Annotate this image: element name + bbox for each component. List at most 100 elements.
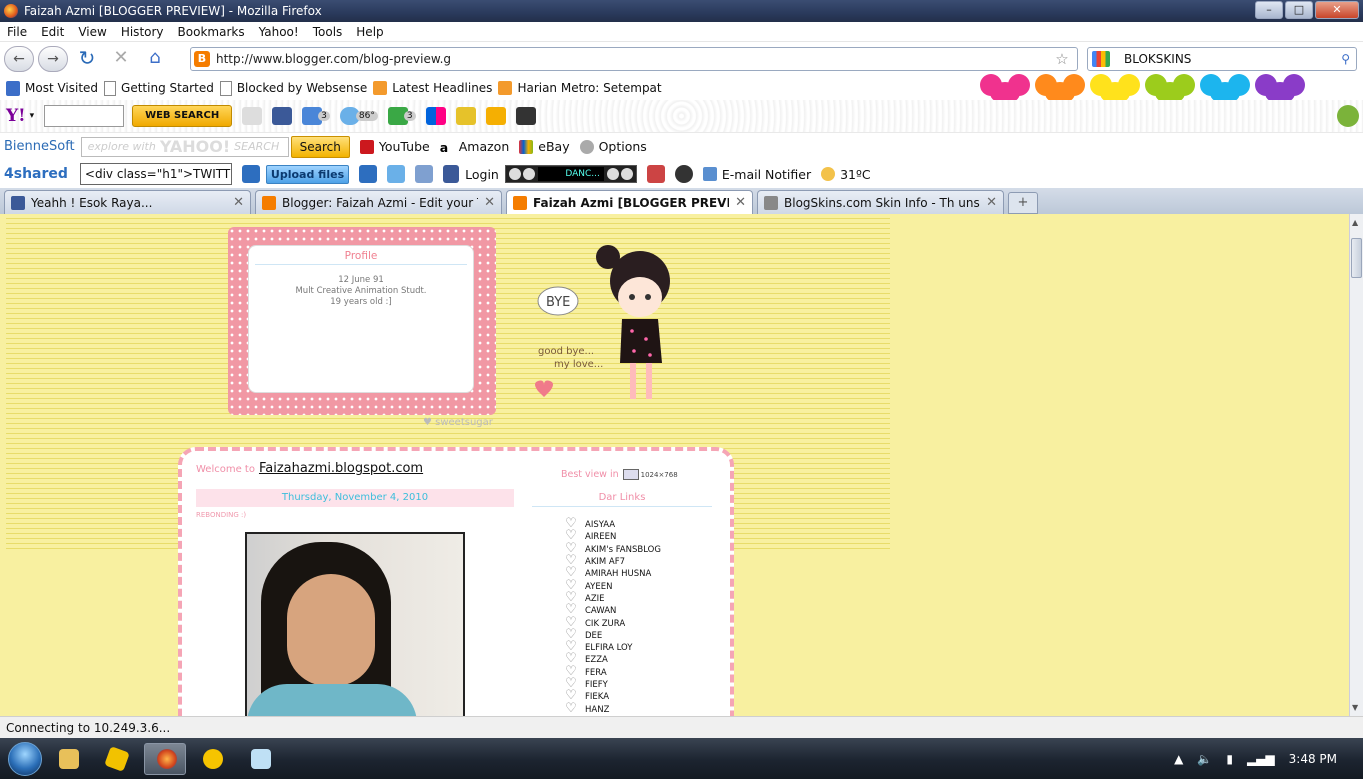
blog-link-item[interactable]: ♡ AKIM's FANSBLOG — [564, 542, 661, 556]
search-bar[interactable]: BLOKSKINS ⚲ — [1087, 47, 1357, 71]
blog-link-item[interactable]: ♡ HANZ — [564, 702, 661, 715]
google-icon[interactable] — [1092, 51, 1110, 67]
maximize-button[interactable]: □ — [1285, 1, 1313, 19]
tab-close-icon[interactable]: ✕ — [735, 195, 746, 210]
weather-widget[interactable]: 31ºC — [821, 167, 871, 182]
login-link[interactable]: Login — [465, 167, 499, 182]
blog-link-item[interactable]: ♡ FIEFY — [564, 677, 661, 691]
menu-tools[interactable]: Tools — [306, 25, 350, 39]
blog-link-item[interactable]: ♡ FERA — [564, 665, 661, 679]
minimize-button[interactable]: – — [1255, 1, 1283, 19]
post-title[interactable]: REBONDING :) — [196, 511, 246, 519]
blog-link-item[interactable]: ♡ DEE — [564, 628, 661, 642]
html-select[interactable]: <div class="h1">TWITT — [79, 163, 232, 185]
blog-link-item[interactable]: ♡ EZZA — [564, 652, 661, 666]
bookmark-star-icon[interactable]: ☆ — [1047, 50, 1077, 68]
blog-link-item[interactable]: ♡ FIEKA — [564, 689, 661, 703]
tray-up-arrow-icon[interactable]: ▲ — [1174, 752, 1183, 766]
new-tab-button[interactable]: + — [1008, 192, 1038, 214]
ebay-link[interactable]: eBay — [519, 139, 570, 154]
tab[interactable]: Blogger: Faizah Azmi - Edit your Te... ✕ — [255, 190, 502, 214]
scroll-up-icon[interactable]: ▲ — [1352, 218, 1358, 227]
tab[interactable]: BlogSkins.com Skin Info - Th unsep... ✕ — [757, 190, 1004, 214]
radio-icon[interactable] — [646, 165, 665, 183]
options-menu[interactable]: Options — [579, 139, 647, 154]
menu-edit[interactable]: Edit — [34, 25, 71, 39]
menu-history[interactable]: History — [114, 25, 171, 39]
clock[interactable]: 3:48 PM — [1289, 752, 1337, 766]
stop-icon[interactable] — [620, 168, 633, 180]
bookmark-latest-headlines[interactable]: Latest Headlines — [373, 81, 492, 95]
url-bar[interactable]: B http://www.blogger.com/blog-preview.g … — [190, 47, 1078, 71]
stop-icon[interactable]: ✕ — [106, 46, 136, 72]
tab[interactable]: Faizah Azmi [BLOGGER PREVIEW] ✕ — [506, 190, 753, 214]
bienne-search-button[interactable]: Search — [290, 135, 350, 158]
blog-link-item[interactable]: ♡ CIK ZURA — [564, 616, 661, 629]
chevron-down-icon[interactable]: ▾ — [30, 111, 35, 121]
bookmark-websense[interactable]: Blocked by Websense — [219, 80, 367, 96]
upload-files-button[interactable]: Upload files — [265, 164, 350, 184]
prev-icon[interactable] — [508, 168, 521, 180]
taskbar-notepad[interactable] — [240, 743, 282, 775]
youtube-link[interactable]: YouTube — [359, 139, 430, 154]
email-notifier[interactable]: E-mail Notifier — [702, 167, 811, 182]
home-icon[interactable]: ⌂ — [140, 46, 170, 72]
blog-link-item[interactable]: ♡ CAWAN — [564, 603, 661, 617]
tab[interactable]: Yeahh ! Esok Raya... ✕ — [4, 190, 251, 214]
menu-file[interactable]: File — [0, 25, 34, 39]
taskbar-explorer[interactable] — [48, 743, 90, 775]
bookmark-harian-metro[interactable]: Harian Metro: Setempat — [498, 81, 662, 95]
menu-help[interactable]: Help — [349, 25, 390, 39]
amazon-link[interactable]: a Amazon — [439, 139, 509, 155]
network-icon[interactable]: ▂▄▆ — [1247, 752, 1275, 766]
yahoo-search-input[interactable] — [44, 105, 125, 127]
bookmark-getting-started[interactable]: Getting Started — [104, 80, 214, 96]
blog-url-link[interactable]: Faizahazmi.blogspot.com — [259, 461, 423, 476]
reload-icon[interactable]: ↻ — [72, 46, 102, 72]
blog-link-item[interactable]: ♡ AISYAA — [564, 517, 661, 531]
blog-link-item[interactable]: ♡ AKIM AF7 — [564, 554, 661, 568]
play-icon[interactable] — [522, 168, 535, 180]
ebay-icon[interactable] — [485, 107, 506, 125]
blog-link-item[interactable]: ♡ ELFIRA LOY — [564, 640, 661, 654]
amazon-icon[interactable] — [515, 107, 536, 125]
volume-icon[interactable] — [606, 168, 619, 180]
tab-close-icon[interactable]: ✕ — [484, 195, 495, 210]
back-button[interactable]: ← — [4, 46, 34, 72]
yahoo-logo[interactable]: Y! — [6, 106, 26, 126]
menu-view[interactable]: View — [71, 25, 113, 39]
biennesoft-logo[interactable]: BienneSoft — [4, 139, 75, 154]
taskbar-messenger[interactable] — [192, 743, 234, 775]
bienne-search-input[interactable]: explore with YAHOO! SEARCH — [80, 136, 289, 157]
blog-link-item[interactable]: ♡ AMIRAH HUSNA — [564, 566, 661, 580]
scroll-thumb[interactable] — [1351, 238, 1362, 278]
facebook-icon[interactable] — [443, 165, 460, 183]
menu-bookmarks[interactable]: Bookmarks — [171, 25, 252, 39]
record-icon[interactable] — [674, 165, 693, 183]
facebook-icon[interactable] — [272, 107, 293, 125]
answers-icon[interactable] — [455, 107, 476, 125]
taskbar-winamp[interactable] — [96, 743, 138, 775]
vertical-scrollbar[interactable]: ▲ ▼ — [1349, 214, 1363, 716]
scroll-down-icon[interactable]: ▼ — [1352, 703, 1358, 712]
blog-link-item[interactable]: ♡ AZIE — [564, 591, 661, 605]
flickr-icon[interactable] — [425, 107, 446, 125]
tab-close-icon[interactable]: ✕ — [233, 195, 244, 210]
volume-icon[interactable]: 🔈 — [1197, 752, 1212, 766]
4-icon[interactable] — [359, 165, 378, 183]
search-input[interactable]: BLOKSKINS — [1124, 52, 1341, 66]
taskbar-firefox[interactable] — [144, 742, 186, 775]
media-player[interactable]: DANC... — [504, 165, 637, 183]
start-button[interactable] — [8, 741, 42, 776]
url-text[interactable]: http://www.blogger.com/blog-preview.g — [216, 52, 1047, 66]
web-search-button[interactable]: WEB SEARCH — [132, 105, 233, 127]
forward-button[interactable]: → — [38, 46, 68, 72]
tab-close-icon[interactable]: ✕ — [986, 195, 997, 210]
photos-icon[interactable] — [387, 165, 406, 183]
4shared-logo[interactable]: 4shared — [4, 166, 68, 182]
blog-link-item[interactable]: ♡ AIREEN — [564, 529, 661, 543]
settings-gear-icon[interactable] — [1337, 105, 1359, 127]
bookmark-most-visited[interactable]: Most Visited — [6, 80, 98, 96]
search-icon[interactable]: ⚲ — [1341, 52, 1350, 66]
blog-link-item[interactable]: ♡ AYEEN — [564, 579, 661, 592]
